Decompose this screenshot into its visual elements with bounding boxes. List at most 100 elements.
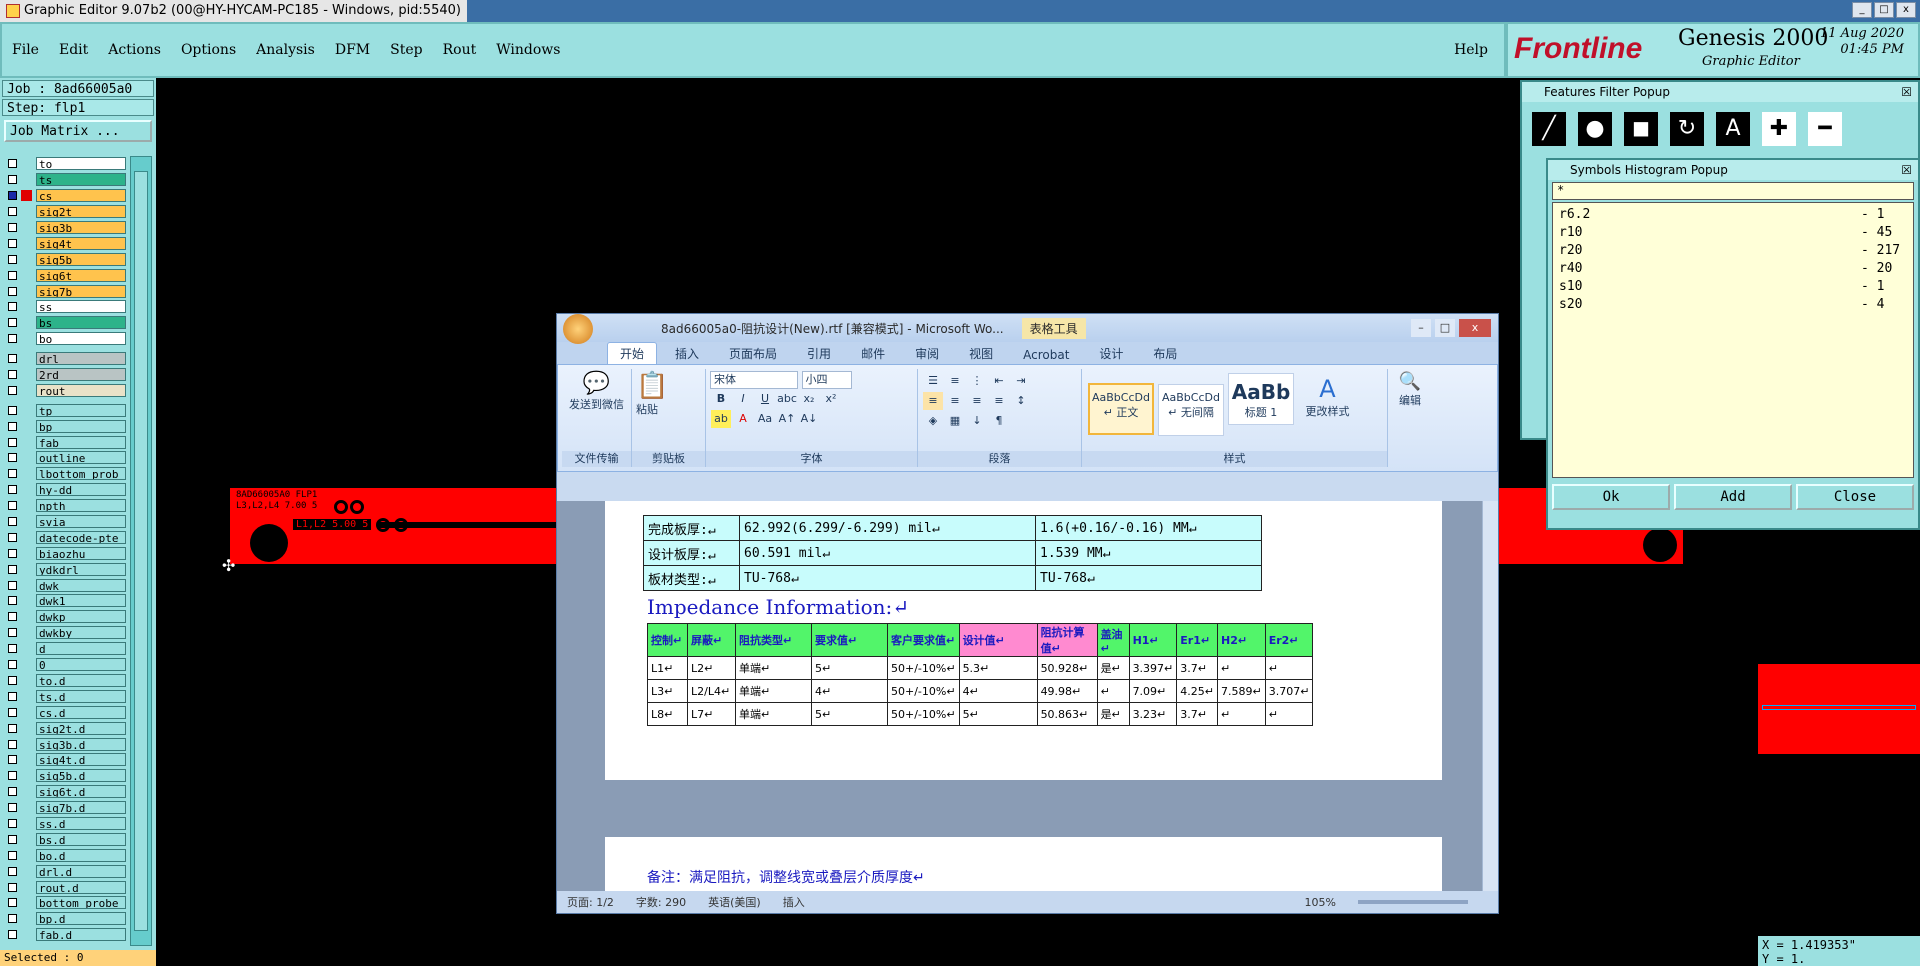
layer-name[interactable]: fab xyxy=(36,435,126,449)
table-cell[interactable]: 62.992(6.299/-6.299) mil↵ xyxy=(739,515,1036,541)
paste-button[interactable]: 粘贴 xyxy=(636,401,701,417)
layer-row[interactable]: outline xyxy=(4,450,126,466)
menu-options[interactable]: Options xyxy=(181,42,236,58)
layer-name[interactable]: cs xyxy=(36,189,126,203)
layer-row[interactable]: drl xyxy=(4,351,126,367)
insert-mode[interactable]: 插入 xyxy=(783,894,805,910)
layer-checkbox[interactable] xyxy=(8,370,17,380)
add-button[interactable]: Add xyxy=(1674,484,1792,510)
layer-checkbox[interactable] xyxy=(8,771,17,781)
ribbon-tab-5[interactable]: 审阅 xyxy=(903,343,951,364)
layer-checkbox[interactable] xyxy=(8,270,17,280)
close-button[interactable]: x xyxy=(1896,2,1916,18)
layer-row[interactable]: ts.d xyxy=(4,688,126,704)
layer-name[interactable]: sig4t xyxy=(36,236,126,250)
layer-checkbox[interactable] xyxy=(8,334,17,344)
word-minimize-button[interactable]: – xyxy=(1411,319,1431,337)
pad-tool-icon[interactable]: ● xyxy=(1576,110,1614,148)
layer-name[interactable]: biaozhu xyxy=(36,546,126,560)
layer-checkbox[interactable] xyxy=(8,223,17,232)
document-area[interactable]: 完成板厚:↵ 62.992(6.299/-6.299) mil↵ 1.6(+0.16… xyxy=(557,501,1498,893)
layer-row[interactable]: rout.d xyxy=(4,879,126,895)
layer-name[interactable]: bottom_probe xyxy=(36,896,126,910)
layer-checkbox[interactable] xyxy=(8,485,17,495)
table-cell[interactable]: 5↵ xyxy=(811,656,888,680)
symbol-filter-input[interactable]: * xyxy=(1552,182,1914,200)
menu-windows[interactable]: Windows xyxy=(496,42,560,58)
table-header-cell[interactable]: Er1↵ xyxy=(1176,623,1218,657)
table-cell[interactable]: 50.863↵ xyxy=(1036,702,1098,726)
word-close-button[interactable]: x xyxy=(1459,319,1491,337)
ribbon-tab-0[interactable]: 开始 xyxy=(607,342,658,364)
style-item[interactable]: AaBbCcDd ↵ 正文 xyxy=(1088,383,1154,435)
layer-checkbox[interactable] xyxy=(8,580,17,590)
layer-name[interactable]: bs xyxy=(36,316,126,330)
zoom-level[interactable]: 105% xyxy=(1305,896,1336,909)
layer-row[interactable]: ts xyxy=(4,172,126,188)
layer-name[interactable]: bs.d xyxy=(36,832,126,846)
layer-row[interactable]: tp xyxy=(4,402,126,418)
layer-checkbox[interactable] xyxy=(8,818,17,828)
layer-name[interactable]: sig7b.d xyxy=(36,801,126,815)
ribbon-tab-7[interactable]: Acrobat xyxy=(1011,346,1081,364)
table-header-cell[interactable]: 屏蔽↵ xyxy=(687,623,736,657)
underline-button[interactable]: U xyxy=(755,390,775,408)
layer-scrollbar[interactable] xyxy=(130,156,152,946)
table-cell[interactable]: L2↵ xyxy=(687,656,736,680)
table-cell[interactable]: ↵ xyxy=(1217,656,1266,680)
change-case-icon[interactable]: Aa xyxy=(755,410,775,428)
layer-row[interactable]: ss.d xyxy=(4,816,126,832)
layer-name[interactable]: ts xyxy=(36,173,126,187)
numbering-icon[interactable]: ≡ xyxy=(945,372,965,390)
layer-name[interactable]: sig3b.d xyxy=(36,737,126,751)
layer-checkbox[interactable] xyxy=(8,207,17,217)
menu-rout[interactable]: Rout xyxy=(443,42,477,58)
symbol-list[interactable]: r6.2 - 1 r10 - 45 r20 - 217 r40 - 20 s10 - 1 s20 - … xyxy=(1552,202,1914,478)
layer-row[interactable]: sig2t xyxy=(4,204,126,220)
table-cell[interactable]: 7.09↵ xyxy=(1128,679,1178,703)
increase-indent-icon[interactable]: ⇥ xyxy=(1011,372,1031,390)
layer-checkbox[interactable] xyxy=(8,548,17,558)
font-name-select[interactable]: 宋体 xyxy=(710,371,798,389)
table-header-cell[interactable]: 盖油↵ xyxy=(1096,623,1130,657)
ok-button[interactable]: Ok xyxy=(1552,484,1670,510)
layer-checkbox[interactable] xyxy=(8,318,17,328)
layer-row[interactable]: dwk1 xyxy=(4,593,126,609)
layer-row[interactable]: sig3b.d xyxy=(4,736,126,752)
layer-name[interactable]: outline xyxy=(36,451,126,465)
table-header-cell[interactable]: 客户要求值↵ xyxy=(887,623,960,657)
shading-icon[interactable]: ◈ xyxy=(923,412,943,430)
layer-name[interactable]: ydkdrl xyxy=(36,562,126,576)
layer-checkbox[interactable] xyxy=(8,453,17,463)
vertical-scrollbar[interactable] xyxy=(1482,501,1498,893)
layer-row[interactable]: sig5b.d xyxy=(4,768,126,784)
layer-checkbox[interactable] xyxy=(8,914,17,924)
table-cell[interactable]: 50.928↵ xyxy=(1036,656,1098,680)
layer-checkbox[interactable] xyxy=(8,191,17,201)
table-cell[interactable]: 单端↵ xyxy=(735,702,812,726)
layer-checkbox[interactable] xyxy=(8,723,17,733)
layer-name[interactable]: bo xyxy=(36,332,126,346)
arc-tool-icon[interactable]: ↻ xyxy=(1668,110,1706,148)
layer-name[interactable]: dwkby xyxy=(36,626,126,640)
surface-tool-icon[interactable]: ◼ xyxy=(1622,110,1660,148)
layer-checkbox[interactable] xyxy=(8,675,17,685)
line-tool-icon[interactable]: ╱ xyxy=(1530,110,1568,148)
minimize-button[interactable]: _ xyxy=(1852,2,1872,18)
table-cell[interactable]: 3.23↵ xyxy=(1128,702,1178,726)
layer-checkbox[interactable] xyxy=(8,159,17,169)
menu-analysis[interactable]: Analysis xyxy=(256,42,315,58)
table-cell[interactable]: TU-768↵ xyxy=(739,565,1036,591)
layer-checkbox[interactable] xyxy=(8,421,17,431)
font-size-select[interactable]: 小四 xyxy=(801,371,852,389)
layer-name[interactable]: sig6t xyxy=(36,268,126,282)
table-cell[interactable]: 4.25↵ xyxy=(1176,679,1218,703)
layer-row[interactable]: npth xyxy=(4,498,126,514)
layer-checkbox[interactable] xyxy=(8,354,17,364)
layer-row[interactable]: sig4t.d xyxy=(4,752,126,768)
layer-checkbox[interactable] xyxy=(8,517,17,527)
layer-row[interactable]: fab xyxy=(4,434,126,450)
layer-name[interactable]: sig2t.d xyxy=(36,721,126,735)
layer-row[interactable]: sig3b xyxy=(4,220,126,236)
layer-row[interactable]: cs.d xyxy=(4,704,126,720)
